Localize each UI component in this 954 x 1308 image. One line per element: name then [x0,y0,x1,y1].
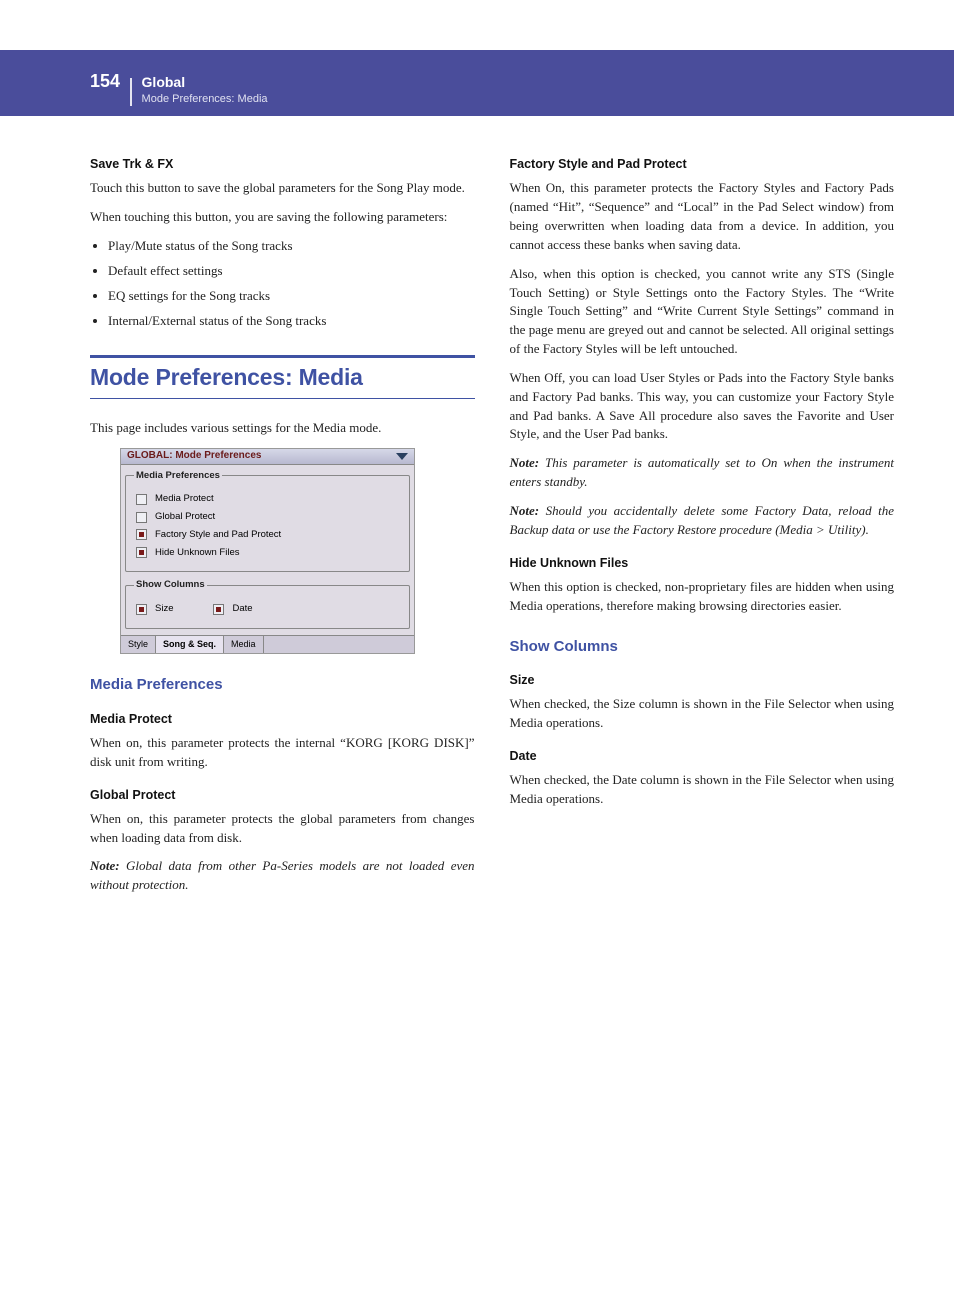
ui-legend: Media Preferences [134,469,222,483]
checkbox-media-protect[interactable] [136,494,147,505]
body-text: When checked, the Size column is shown i… [510,695,895,733]
checkbox-label: Hide Unknown Files [155,546,239,560]
ui-window-titlebar: GLOBAL: Mode Preferences [121,449,414,465]
body-text: When on, this parameter protects the int… [90,734,475,772]
body-text: When checked, the Date column is shown i… [510,771,895,809]
checkbox-factory-protect[interactable] [136,529,147,540]
header-divider [130,78,132,106]
heading-global-protect: Global Protect [90,786,475,804]
body-text: When on, this parameter protects the glo… [90,810,475,848]
body-text: When touching this button, you are savin… [90,208,475,227]
ui-tab-bar: Style Song & Seq. Media [121,635,414,653]
dropdown-arrow-icon [396,453,408,460]
checkbox-size[interactable] [136,604,147,615]
ui-window-title: GLOBAL: Mode Preferences [127,449,261,464]
tab-style[interactable]: Style [121,636,156,653]
heading-size: Size [510,671,895,689]
page-number: 154 [90,68,120,94]
checkbox-hide-unknown[interactable] [136,547,147,558]
body-text: This page includes various settings for … [90,419,475,438]
checkbox-label: Size [155,602,173,616]
heading-save-trk-fx: Save Trk & FX [90,155,475,173]
ui-screenshot: GLOBAL: Mode Preferences Media Preferenc… [120,448,415,654]
body-text: When On, this parameter protects the Fac… [510,179,895,254]
tab-song-seq[interactable]: Song & Seq. [156,636,224,653]
heading-factory-protect: Factory Style and Pad Protect [510,155,895,173]
heading-date: Date [510,747,895,765]
ui-legend: Show Columns [134,578,207,592]
heading-media-protect: Media Protect [90,710,475,728]
note-text: Note: Global data from other Pa-Series m… [90,857,475,895]
heading-media-preferences: Media Preferences [90,674,475,696]
breadcrumb: Mode Preferences: Media [142,92,268,108]
note-text: Note: This parameter is automatically se… [510,454,895,492]
body-text: When this option is checked, non-proprie… [510,578,895,616]
ui-fieldset-media-preferences: Media Preferences Media Protect Global P… [125,469,410,573]
note-text: Note: Should you accidentally delete som… [510,502,895,540]
checkbox-label: Media Protect [155,492,214,506]
tab-media[interactable]: Media [224,636,264,653]
list-item: Default effect settings [108,262,475,281]
body-text: Touch this button to save the global par… [90,179,475,198]
checkbox-label: Date [232,602,252,616]
bullet-list: Play/Mute status of the Song tracks Defa… [90,237,475,330]
checkbox-global-protect[interactable] [136,512,147,523]
heading-show-columns: Show Columns [510,636,895,658]
heading-mode-preferences-media: Mode Preferences: Media [90,355,475,398]
list-item: Play/Mute status of the Song tracks [108,237,475,256]
checkbox-label: Factory Style and Pad Protect [155,528,281,542]
checkbox-date[interactable] [213,604,224,615]
body-text: Also, when this option is checked, you c… [510,265,895,359]
list-item: Internal/External status of the Song tra… [108,312,475,331]
body-text: When Off, you can load User Styles or Pa… [510,369,895,444]
heading-hide-unknown: Hide Unknown Files [510,554,895,572]
list-item: EQ settings for the Song tracks [108,287,475,306]
chapter-title: Global [142,72,268,92]
page-header: 154 Global Mode Preferences: Media [0,50,954,116]
ui-fieldset-show-columns: Show Columns Size Date [125,578,410,629]
checkbox-label: Global Protect [155,510,215,524]
